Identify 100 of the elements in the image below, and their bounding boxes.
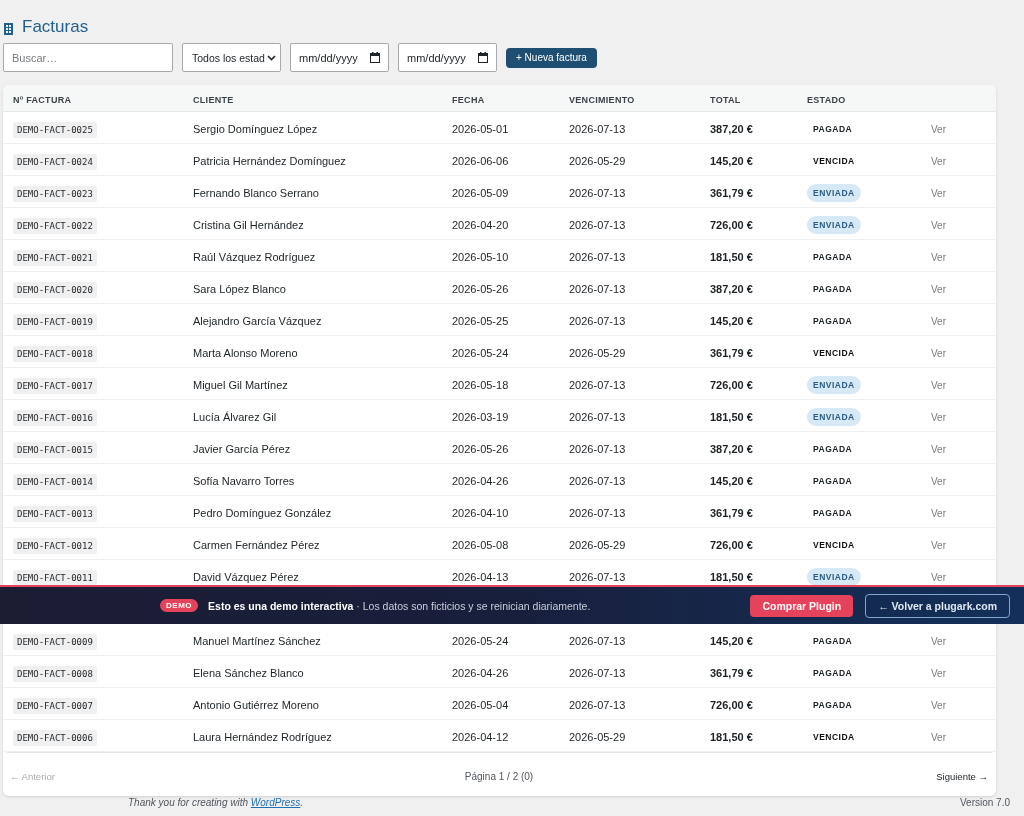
due-date: 2026-07-13 [569,122,626,135]
invoice-date: 2026-05-08 [452,538,509,551]
view-link[interactable]: Ver [931,347,946,359]
invoice-total: 361,79 € [710,186,753,199]
client-name: Sergio Domínguez López [193,122,318,135]
invoice-number: DEMO-FACT-0017 [13,377,97,394]
status-label: PAGADA [812,698,854,712]
invoice-date: 2026-05-10 [452,250,509,263]
view-link[interactable]: Ver [931,379,946,391]
view-link[interactable]: Ver [931,219,946,231]
view-link[interactable]: Ver [931,155,946,167]
buy-plugin-button[interactable]: Comprar Plugin [750,594,854,617]
client-name: Sara López Blanco [193,282,286,295]
view-link[interactable]: Ver [931,411,946,423]
due-date: 2026-07-13 [569,410,626,423]
due-date: 2026-05-29 [569,154,626,167]
invoice-number: DEMO-FACT-0009 [13,633,97,650]
view-link[interactable]: Ver [931,475,946,487]
invoice-number: DEMO-FACT-0016 [13,409,97,426]
new-invoice-button[interactable]: + Nueva factura [506,47,597,68]
view-link[interactable]: Ver [931,699,946,711]
status-label: VENCIDA [812,154,856,168]
invoice-number: DEMO-FACT-0011 [13,569,97,586]
status-label: PAGADA [812,666,854,680]
view-link[interactable]: Ver [931,539,946,551]
view-link[interactable]: Ver [931,667,946,679]
status-label: PAGADA [812,474,854,488]
invoice-number: DEMO-FACT-0024 [13,153,97,170]
invoice-total: 726,00 € [710,698,753,711]
invoice-date: 2026-04-26 [452,666,509,679]
view-link[interactable]: Ver [931,315,946,327]
view-link[interactable]: Ver [931,571,946,583]
search-field[interactable]: Buscar… [3,43,173,72]
invoice-number: DEMO-FACT-0012 [13,537,97,554]
column-header: ESTADO [807,95,846,105]
building-icon [4,23,13,35]
invoice-total: 181,50 € [710,570,753,583]
due-date: 2026-07-13 [569,506,626,519]
invoice-total: 387,20 € [710,442,753,455]
invoice-total: 361,79 € [710,346,753,359]
status-badge: ENVIADA [807,183,861,202]
invoice-total: 181,50 € [710,730,753,743]
status-select[interactable]: Todos los estad [182,43,281,72]
banner-message: Esto es una demo interactiva · Los datos son ficticios y se reinician diariamente. [208,599,591,612]
view-link[interactable]: Ver [931,123,946,135]
client-name: Javier García Pérez [193,442,291,455]
invoice-number: DEMO-FACT-0021 [13,249,97,266]
due-date: 2026-05-29 [569,538,626,551]
due-date: 2026-07-13 [569,474,626,487]
due-date: 2026-07-13 [569,378,626,391]
next-page-link[interactable]: Siguiente → [936,770,988,782]
view-link[interactable]: Ver [931,443,946,455]
client-name: Antonio Gutiérrez Moreno [193,698,319,711]
view-link[interactable]: Ver [931,507,946,519]
page-title: Facturas [22,17,89,37]
client-name: Laura Hernández Rodríguez [193,730,332,743]
date-field[interactable]: mm/dd/yyyy [398,43,497,72]
view-link[interactable]: Ver [931,251,946,263]
view-link[interactable]: Ver [931,731,946,743]
invoice-total: 726,00 € [710,538,753,551]
status-label: PAGADA [812,506,854,520]
invoice-total: 387,20 € [710,282,753,295]
status-label: VENCIDA [812,538,856,552]
column-header: VENCIMIENTO [569,95,635,105]
status-badge: ENVIADA [807,215,861,234]
invoice-number: DEMO-FACT-0019 [13,313,97,330]
due-date: 2026-07-13 [569,218,626,231]
column-header: FECHA [452,95,485,105]
client-name: Elena Sánchez Blanco [193,666,304,679]
invoice-date: 2026-05-25 [452,314,509,327]
due-date: 2026-05-29 [569,730,626,743]
invoice-date: 2026-04-13 [452,570,509,583]
due-date: 2026-07-13 [569,186,626,199]
calendar-icon [478,52,488,63]
status-label: PAGADA [812,442,854,456]
invoice-number: DEMO-FACT-0008 [13,665,97,682]
invoice-date: 2026-05-18 [452,378,509,391]
invoice-total: 361,79 € [710,666,753,679]
status-badge: ENVIADA [807,375,861,394]
invoice-number: DEMO-FACT-0015 [13,441,97,458]
invoice-date: 2026-04-12 [452,730,509,743]
date-field[interactable]: mm/dd/yyyy [290,43,389,72]
invoice-date: 2026-05-24 [452,634,509,647]
invoice-total: 361,79 € [710,506,753,519]
status-badge: ENVIADA [807,567,861,586]
client-name: Pedro Domínguez González [193,506,332,519]
client-name: Miguel Gil Martínez [193,378,288,391]
due-date: 2026-07-13 [569,666,626,679]
invoice-date: 2026-05-26 [452,282,509,295]
invoice-number: DEMO-FACT-0014 [13,473,97,490]
back-to-site-button[interactable]: ← Volver a plugark.com [865,593,1010,618]
invoice-date: 2026-05-04 [452,698,509,711]
due-date: 2026-07-13 [569,570,626,583]
view-link[interactable]: Ver [931,187,946,199]
invoice-total: 181,50 € [710,410,753,423]
status-label: VENCIDA [812,730,856,744]
due-date: 2026-07-13 [569,314,626,327]
view-link[interactable]: Ver [931,635,946,647]
view-link[interactable]: Ver [931,283,946,295]
invoice-date: 2026-05-24 [452,346,509,359]
